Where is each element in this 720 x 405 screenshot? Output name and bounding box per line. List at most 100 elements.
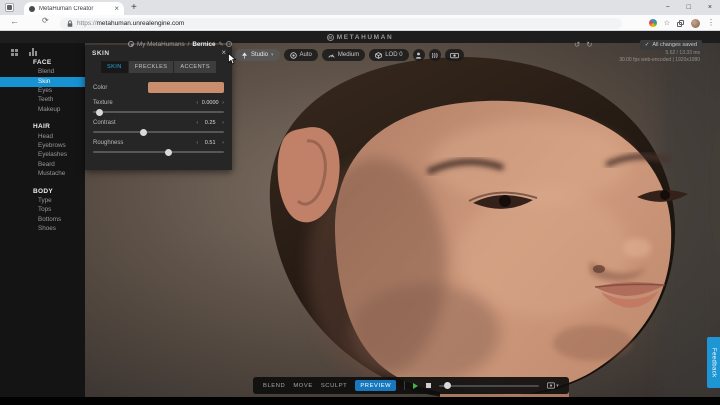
sidebar-item-type[interactable]: Type <box>0 197 85 206</box>
browser-window-icon <box>5 3 14 12</box>
window-minimize-button[interactable]: − <box>666 4 670 11</box>
breadcrumb-separator: / <box>188 41 190 48</box>
texture-value[interactable]: 0.0000 <box>201 100 219 106</box>
panel-close-icon[interactable]: × <box>221 49 226 57</box>
sidebar-item-makeup[interactable]: Makeup <box>0 105 85 114</box>
skin-panel: SKIN × SKIN FRECKLES ACCENTS Color Textu… <box>85 45 232 170</box>
feedback-button[interactable]: Feedback <box>707 337 720 388</box>
roughness-value[interactable]: 0.51 <box>201 140 219 146</box>
sidebar-item-head[interactable]: Head <box>0 132 85 141</box>
undo-button[interactable]: ↺ <box>574 40 580 49</box>
sidebar-item-beard[interactable]: Beard <box>0 160 85 169</box>
tab-accents[interactable]: ACCENTS <box>174 61 216 73</box>
extensions-puzzle-icon[interactable] <box>677 20 684 27</box>
mode-sculpt[interactable]: SCULPT <box>321 383 347 389</box>
tab-title: MetaHuman Creator <box>39 6 111 12</box>
profile-avatar[interactable] <box>691 19 700 28</box>
character-name: Bernice <box>192 41 215 48</box>
tab-close-icon[interactable]: × <box>114 5 119 13</box>
texture-slider-row: Texture ‹ 0.0000 › <box>93 99 224 113</box>
browser-tab-strip: MetaHuman Creator × + − □ × <box>0 0 720 15</box>
chevron-down-icon: ▾ <box>556 383 559 389</box>
lock-icon <box>67 20 73 28</box>
preset-grid-icon[interactable] <box>11 49 18 56</box>
sidebar-item-eyelashes[interactable]: Eyelashes <box>0 151 85 160</box>
roughness-slider-row: Roughness ‹ 0.51 › <box>93 139 224 153</box>
lod-button[interactable]: LOD 0 <box>369 49 408 61</box>
camera-view-button[interactable] <box>445 49 464 61</box>
skin-color-swatch[interactable] <box>148 82 224 93</box>
browser-tab[interactable]: MetaHuman Creator × <box>24 2 124 15</box>
texture-decrement[interactable]: ‹ <box>196 100 198 106</box>
mode-blend[interactable]: BLEND <box>263 383 285 389</box>
redo-button[interactable]: ↻ <box>586 40 592 49</box>
contrast-slider-row: Contrast ‹ 0.25 › <box>93 119 224 133</box>
info-icon[interactable]: i <box>226 41 232 47</box>
letterbox-strip <box>0 397 720 405</box>
contrast-slider[interactable] <box>93 131 224 133</box>
contrast-slider-handle[interactable] <box>140 129 147 136</box>
tab-skin[interactable]: SKIN <box>101 61 128 73</box>
mode-toolbar: BLEND MOVE SCULPT PREVIEW ▾ <box>253 377 569 394</box>
roughness-decrement[interactable]: ‹ <box>196 140 198 146</box>
roughness-increment[interactable]: › <box>222 140 224 146</box>
check-icon: ✓ <box>645 42 650 48</box>
performance-button[interactable]: Medium <box>322 49 365 61</box>
sidebar-item-shoes[interactable]: Shoes <box>0 225 85 234</box>
lod-cube-icon <box>375 52 382 59</box>
contrast-increment[interactable]: › <box>222 120 224 126</box>
back-button[interactable]: ← <box>10 17 19 26</box>
section-body: BODY <box>33 188 85 195</box>
sidebar-item-bottoms[interactable]: Bottoms <box>0 215 85 224</box>
sidebar-item-teeth[interactable]: Teeth <box>0 96 85 105</box>
environment-button[interactable]: Studio ▾ <box>235 49 280 61</box>
show-character-button[interactable] <box>413 49 425 61</box>
sidebar-item-mustache[interactable]: Mustache <box>0 170 85 179</box>
sidebar-item-tops[interactable]: Tops <box>0 206 85 215</box>
rename-pencil-icon[interactable]: ✎ <box>218 41 223 48</box>
section-face: FACE <box>33 59 85 66</box>
breadcrumb-root[interactable]: My MetaHumans <box>137 41 185 48</box>
roughness-slider-handle[interactable] <box>165 149 172 156</box>
mode-move[interactable]: MOVE <box>293 383 312 389</box>
browser-menu-icon[interactable]: ⋮ <box>707 19 715 27</box>
timeline-handle[interactable] <box>444 382 451 389</box>
studio-light-icon <box>241 52 248 59</box>
contrast-value[interactable]: 0.25 <box>201 120 219 126</box>
sidebar-item-eyebrows[interactable]: Eyebrows <box>0 142 85 151</box>
sidebar-item-blend[interactable]: Blend <box>0 68 85 77</box>
chevron-down-icon: ▾ <box>271 52 274 58</box>
texture-increment[interactable]: › <box>222 100 224 106</box>
refresh-button[interactable]: ⟳ <box>42 17 49 25</box>
timeline-slider[interactable] <box>439 385 539 387</box>
metahuman-logo-icon: M <box>327 34 334 41</box>
address-bar[interactable]: https://metahuman.unrealengine.com <box>60 18 622 29</box>
sidebar-item-skin[interactable]: Skin <box>0 77 85 86</box>
show-hair-button[interactable] <box>429 49 441 61</box>
quality-auto-button[interactable]: Auto <box>284 49 318 61</box>
tab-freckles[interactable]: FRECKLES <box>129 61 174 73</box>
mode-preview[interactable]: PREVIEW <box>355 380 396 391</box>
texture-label: Texture <box>93 100 113 106</box>
divider <box>404 381 405 390</box>
roughness-slider[interactable] <box>93 151 224 153</box>
sidebar: FACE Blend Skin Eyes Teeth Makeup HAIR H… <box>0 43 85 397</box>
texture-slider[interactable] <box>93 111 224 113</box>
breadcrumb: My MetaHumans / Bernice ✎ i <box>128 41 232 48</box>
animation-select-button[interactable]: ▾ <box>547 382 559 389</box>
new-tab-button[interactable]: + <box>131 2 137 14</box>
roughness-label: Roughness <box>93 140 123 146</box>
contrast-decrement[interactable]: ‹ <box>196 120 198 126</box>
stop-button[interactable] <box>426 383 431 388</box>
extension-icon[interactable] <box>649 19 657 27</box>
texture-slider-handle[interactable] <box>96 109 103 116</box>
site-favicon-icon <box>29 6 35 12</box>
feedback-label: Feedback <box>711 348 717 378</box>
play-button[interactable] <box>413 383 418 389</box>
window-close-button[interactable]: × <box>708 4 712 11</box>
levels-icon[interactable] <box>29 48 37 56</box>
sidebar-item-eyes[interactable]: Eyes <box>0 87 85 96</box>
bookmark-star-icon[interactable]: ☆ <box>664 20 670 27</box>
window-maximize-button[interactable]: □ <box>687 4 691 11</box>
app-header: M METAHUMAN <box>0 31 720 43</box>
